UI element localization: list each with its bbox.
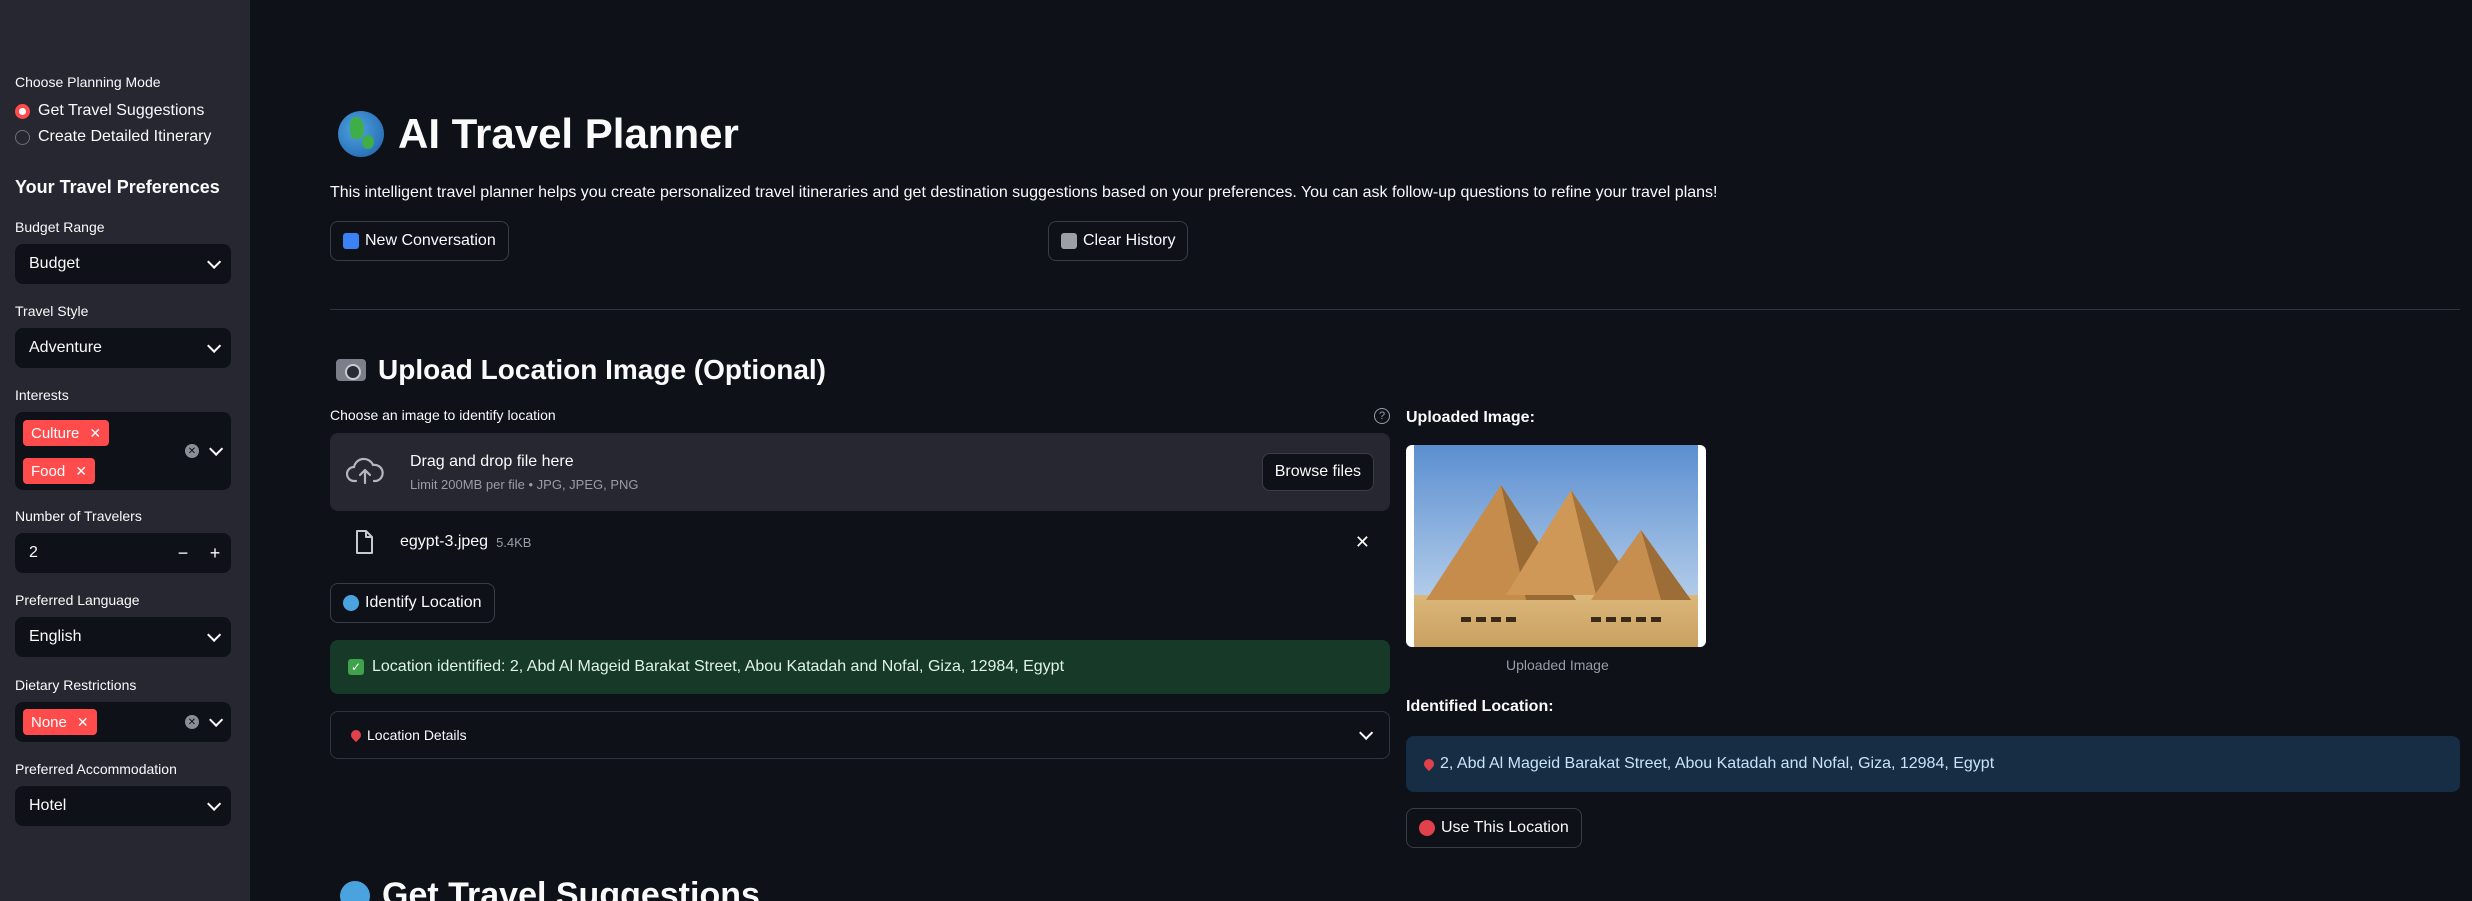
accommodation-select[interactable]: Hotel: [15, 786, 231, 826]
success-message: Location identified: 2, Abd Al Mageid Ba…: [372, 658, 1065, 675]
trash-icon: [1061, 233, 1077, 249]
accommodation-label: Preferred Accommodation: [15, 761, 177, 777]
close-icon[interactable]: ✕: [89, 425, 101, 442]
interests-multiselect[interactable]: Culture ✕ Food ✕ ✕: [15, 412, 231, 490]
uploader-label: Choose an image to identify location: [330, 407, 556, 423]
chevron-down-icon: [1359, 725, 1374, 740]
new-conversation-button[interactable]: New Conversation: [330, 221, 509, 261]
globe-icon: [338, 111, 384, 157]
radio-label: Get Travel Suggestions: [38, 102, 205, 119]
travel-style-label: Travel Style: [15, 303, 89, 319]
main-content: AI Travel Planner This intelligent trave…: [330, 0, 2460, 901]
help-icon[interactable]: ?: [1374, 408, 1390, 424]
travelers-stepper[interactable]: 2 − +: [15, 533, 231, 573]
file-dropzone[interactable]: Drag and drop file here Limit 200MB per …: [330, 433, 1390, 511]
radio-selected-icon: [15, 103, 30, 119]
uploaded-file-row: egypt-3.jpeg 5.4KB ✕: [330, 526, 1390, 558]
travel-style-value: Adventure: [29, 339, 102, 356]
travelers-label: Number of Travelers: [15, 508, 142, 524]
accommodation-value: Hotel: [29, 797, 67, 814]
cloud-upload-icon: [346, 457, 384, 487]
dropzone-title: Drag and drop file here: [410, 452, 574, 470]
success-alert: ✓ Location identified: 2, Abd Al Mageid …: [330, 640, 1390, 694]
radio-label: Create Detailed Itinerary: [38, 128, 212, 145]
suggestions-heading-row: Get Travel Suggestions: [340, 876, 760, 901]
identified-location-value: 2, Abd Al Mageid Barakat Street, Abou Ka…: [1440, 755, 1995, 772]
magnifier-icon: [340, 880, 370, 901]
page-title: AI Travel Planner: [398, 110, 739, 157]
pin-icon: [1421, 756, 1437, 772]
identified-location-heading: Identified Location:: [1406, 698, 1554, 715]
budget-value: Budget: [29, 255, 80, 272]
button-label: Browse files: [1274, 463, 1361, 480]
language-value: English: [29, 628, 82, 645]
file-name: egypt-3.jpeg: [400, 533, 489, 550]
chevron-down-icon: [207, 254, 222, 269]
identified-location-info: 2, Abd Al Mageid Barakat Street, Abou Ka…: [1406, 736, 2460, 792]
radio-create-detailed-itinerary[interactable]: Create Detailed Itinerary: [15, 128, 211, 146]
browse-files-button[interactable]: Browse files: [1261, 453, 1374, 491]
interest-tag-culture[interactable]: Culture ✕: [23, 420, 110, 446]
divider: [330, 309, 2460, 310]
dietary-label: Dietary Restrictions: [15, 677, 137, 693]
dropzone-limit: Limit 200MB per file • JPG, JPEG, PNG: [410, 476, 639, 492]
radio-get-travel-suggestions[interactable]: Get Travel Suggestions: [15, 102, 204, 120]
budget-label: Budget Range: [15, 219, 105, 235]
travelers-value[interactable]: 2: [29, 544, 167, 562]
expander-label: Location Details: [367, 727, 467, 743]
chevron-down-icon: [207, 338, 222, 353]
tag-label: Culture: [31, 424, 80, 442]
dietary-tag-none[interactable]: None ✕: [23, 709, 97, 735]
pin-icon: [348, 727, 364, 743]
camera-icon: [336, 359, 366, 381]
language-label: Preferred Language: [15, 592, 140, 608]
clear-history-button[interactable]: Clear History: [1048, 221, 1189, 261]
chevron-down-icon[interactable]: [209, 712, 224, 727]
uploaded-image: [1406, 445, 1706, 647]
check-icon: ✓: [348, 659, 364, 675]
travel-style-select[interactable]: Adventure: [15, 328, 231, 368]
refresh-icon: [343, 233, 359, 249]
clear-all-icon[interactable]: ✕: [185, 715, 199, 729]
suggestions-heading: Get Travel Suggestions: [382, 876, 760, 901]
file-size: 5.4KB: [496, 534, 532, 550]
interest-tag-food[interactable]: Food ✕: [23, 458, 95, 484]
identify-location-button[interactable]: Identify Location: [330, 583, 495, 623]
preferences-heading: Your Travel Preferences: [15, 177, 220, 197]
increment-button[interactable]: +: [199, 543, 231, 564]
interests-label: Interests: [15, 387, 69, 403]
close-icon[interactable]: ✕: [77, 714, 89, 731]
magnifier-icon: [343, 595, 359, 611]
button-label: Identify Location: [365, 594, 482, 611]
chevron-down-icon: [207, 627, 222, 642]
target-icon: [1419, 820, 1435, 836]
uploaded-image-heading: Uploaded Image:: [1406, 409, 1535, 426]
image-caption: Uploaded Image: [1506, 657, 1609, 673]
button-label: New Conversation: [365, 232, 496, 249]
upload-heading-row: Upload Location Image (Optional): [336, 354, 826, 386]
button-label: Use This Location: [1441, 819, 1569, 836]
sidebar: Choose Planning Mode Get Travel Suggesti…: [0, 0, 250, 901]
radio-unselected-icon: [15, 129, 30, 145]
planning-mode-label: Choose Planning Mode: [15, 74, 161, 90]
upload-heading: Upload Location Image (Optional): [378, 354, 826, 385]
file-icon: [354, 529, 374, 555]
button-label: Clear History: [1083, 232, 1176, 249]
chevron-down-icon: [207, 796, 222, 811]
tag-label: None: [31, 713, 67, 731]
remove-file-icon[interactable]: ✕: [1355, 532, 1370, 553]
budget-select[interactable]: Budget: [15, 244, 231, 284]
dietary-multiselect[interactable]: None ✕ ✕: [15, 702, 231, 742]
pyramids-photo-icon: [1414, 445, 1698, 647]
clear-all-icon[interactable]: ✕: [185, 444, 199, 458]
language-select[interactable]: English: [15, 617, 231, 657]
use-this-location-button[interactable]: Use This Location: [1406, 808, 1582, 848]
page-description: This intelligent travel planner helps yo…: [330, 184, 1718, 201]
location-details-expander[interactable]: Location Details: [330, 711, 1390, 759]
close-icon[interactable]: ✕: [75, 463, 87, 480]
page-title-row: AI Travel Planner: [338, 110, 739, 158]
tag-label: Food: [31, 462, 66, 480]
decrement-button[interactable]: −: [167, 543, 199, 564]
